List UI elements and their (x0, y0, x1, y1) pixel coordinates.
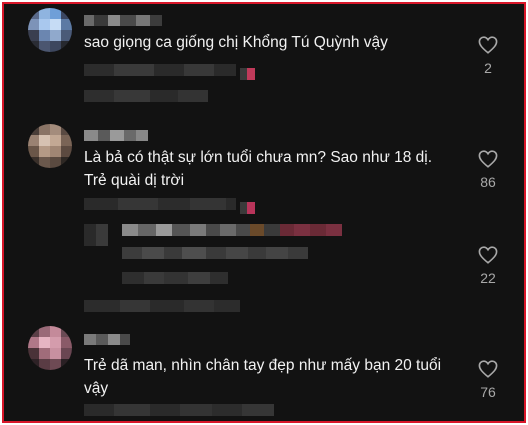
like-count: 76 (480, 384, 496, 400)
avatar-pixel (61, 124, 72, 135)
avatar-pixel (61, 146, 72, 157)
avatar-pixel (28, 124, 39, 135)
avatar[interactable] (28, 124, 72, 168)
reaction-pixelated (240, 202, 255, 214)
avatar[interactable] (28, 8, 72, 52)
reply-text-pixelated (122, 272, 228, 284)
comment-meta-pixelated (84, 64, 236, 76)
avatar-pixel (28, 157, 39, 168)
avatar-pixel (61, 8, 72, 19)
comments-panel: sao giọng ca giống chị Khổng Tú Quỳnh vậ… (2, 2, 526, 423)
like-count: 22 (480, 270, 496, 286)
heart-icon (478, 360, 498, 378)
heart-icon (478, 246, 498, 264)
comment-text: Là bả có thật sự lớn tuổi chưa mn? Sao n… (84, 149, 433, 189)
avatar-pixel (50, 8, 61, 19)
avatar-pixel (28, 19, 39, 30)
username-pixelated[interactable] (84, 15, 162, 26)
avatar-pixel (39, 124, 50, 135)
avatar-pixel (28, 359, 39, 370)
avatar-pixel (28, 326, 39, 337)
avatar-pixel (50, 157, 61, 168)
avatar-pixel (39, 326, 50, 337)
avatar-pixel (28, 30, 39, 41)
avatar-pixel (61, 19, 72, 30)
avatar-pixel (39, 146, 50, 157)
reply-text-pixelated (122, 247, 308, 259)
avatar-pixel (61, 337, 72, 348)
username-pixelated[interactable] (84, 334, 130, 345)
avatar-pixel (28, 337, 39, 348)
avatar-pixel (50, 19, 61, 30)
avatar-pixel (28, 146, 39, 157)
avatar-pixel (50, 337, 61, 348)
avatar-pixel (50, 146, 61, 157)
avatar-pixel (39, 41, 50, 52)
like-count: 86 (480, 174, 496, 190)
avatar-pixel (50, 135, 61, 146)
avatar-pixel (61, 41, 72, 52)
view-replies-pixelated[interactable] (84, 300, 240, 312)
avatar-pixel (50, 30, 61, 41)
avatar-pixel (39, 30, 50, 41)
avatar-pixel (50, 359, 61, 370)
view-replies-pixelated[interactable] (84, 90, 208, 102)
comment-meta-pixelated (84, 404, 274, 416)
avatar-pixel (39, 135, 50, 146)
avatar-pixel (61, 30, 72, 41)
avatar-pixel (28, 135, 39, 146)
heart-icon (478, 150, 498, 168)
avatar-pixel (28, 41, 39, 52)
avatar-pixel (61, 359, 72, 370)
avatar-pixel (61, 326, 72, 337)
avatar-pixel (50, 326, 61, 337)
username-pixelated[interactable] (84, 130, 148, 141)
like-button[interactable]: 22 (466, 246, 510, 286)
comment-text: Trẻ dã man, nhìn chân tay đẹp như mấy bạ… (84, 357, 442, 397)
avatar-pixel (39, 337, 50, 348)
avatar-pixel (39, 348, 50, 359)
reply-header-pixelated (122, 224, 342, 236)
avatar-pixel (39, 359, 50, 370)
avatar-pixel (39, 157, 50, 168)
like-button[interactable]: 76 (466, 360, 510, 400)
avatar-pixel (61, 135, 72, 146)
avatar-pixel (28, 348, 39, 359)
like-count: 2 (484, 60, 492, 76)
avatar-pixel (50, 124, 61, 135)
avatar-pixel (61, 348, 72, 359)
like-button[interactable]: 86 (466, 150, 510, 190)
reply-avatar-pixelated[interactable] (84, 224, 108, 246)
like-button[interactable]: 2 (466, 36, 510, 76)
avatar[interactable] (28, 326, 72, 370)
avatar-pixel (39, 19, 50, 30)
comment-meta-pixelated (84, 198, 236, 210)
comment-text: sao giọng ca giống chị Khổng Tú Quỳnh vậ… (84, 34, 388, 51)
avatar-pixel (39, 8, 50, 19)
reaction-pixelated (240, 68, 255, 80)
avatar-pixel (50, 348, 61, 359)
avatar-pixel (50, 41, 61, 52)
avatar-pixel (28, 8, 39, 19)
heart-icon (478, 36, 498, 54)
avatar-pixel (61, 157, 72, 168)
